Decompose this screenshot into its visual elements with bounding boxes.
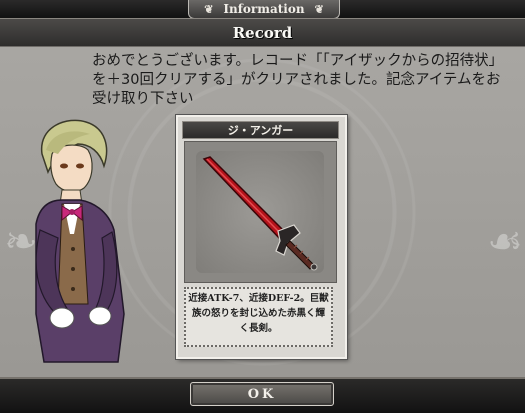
information-label: Information (223, 2, 305, 16)
item-name: ジ・アンガー (182, 121, 339, 139)
record-title: Record (232, 23, 293, 42)
left-ornament-icon: ❦ (204, 2, 214, 16)
clear-message: おめでとうございます。レコード「「アイザックからの招待状」を＋30回クリアする」… (92, 53, 501, 107)
item-description: 近接ATK-7、近接DEF-2。巨獣族の怒りを封じ込めた赤黒く輝く長剣。 (184, 287, 333, 347)
item-image-frame (184, 141, 337, 283)
sword-icon (202, 156, 318, 271)
character-portrait (35, 119, 125, 363)
item-picture (196, 151, 324, 273)
right-ornament-icon: ❦ (314, 2, 324, 16)
information-tab: ❦ Information ❦ (188, 0, 340, 19)
ok-button[interactable]: OK (190, 382, 334, 406)
right-flourish-icon: ☙ (487, 219, 523, 265)
record-header: Record (0, 18, 525, 48)
item-card: ジ・アンガー 近接ATK-7、近接DEF-2。巨獣族の怒りを封じ込めた赤黒く輝く… (176, 115, 347, 359)
